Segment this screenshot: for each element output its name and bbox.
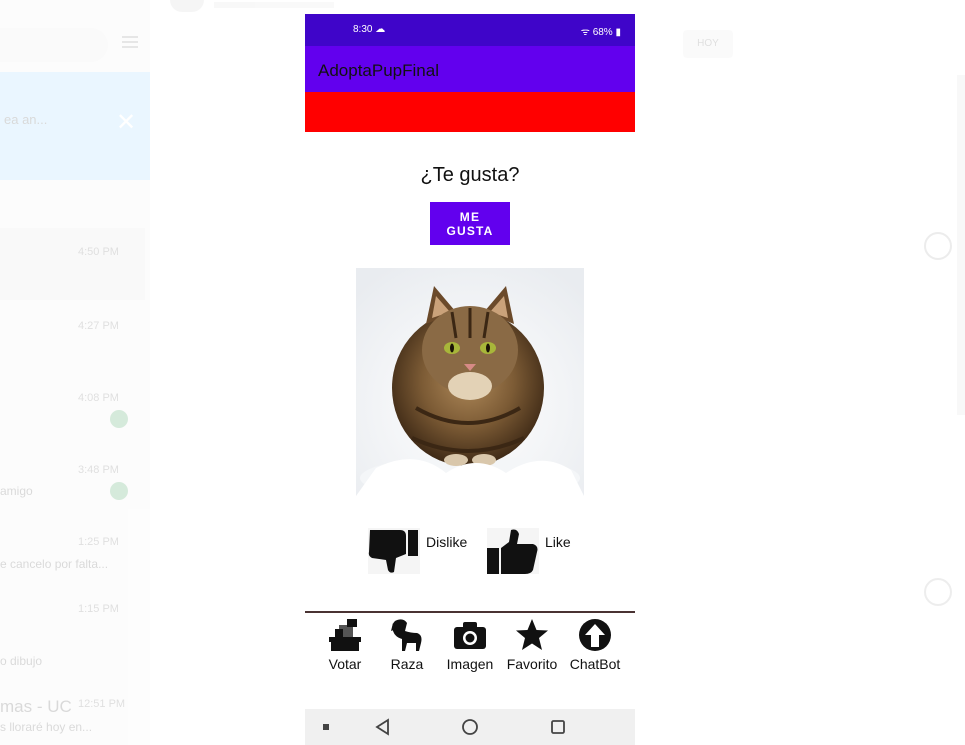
nav-item-favorito[interactable]: Favorito xyxy=(499,617,565,672)
camera-icon xyxy=(454,622,486,649)
background-time: 4:50 PM xyxy=(78,246,119,258)
background-header-text xyxy=(214,2,334,8)
background-close-icon: ✕ xyxy=(116,109,137,136)
background-banner-text: ea an... xyxy=(4,112,48,127)
question-text: ¿Te gusta? xyxy=(420,164,520,186)
nav-item-raza[interactable]: Raza xyxy=(374,617,440,672)
background-time: 1:25 PM xyxy=(78,536,119,548)
system-navigation-bar xyxy=(305,709,635,745)
like-control[interactable]: Like xyxy=(487,528,571,574)
battery-icon: ▮ xyxy=(615,27,621,38)
background-time: 12:51 PM xyxy=(78,698,126,710)
background-scrollbar xyxy=(957,75,965,415)
bottom-navigation: Votar Raza Imagen Favorito ChatBot xyxy=(305,613,635,709)
dislike-label: Dislike xyxy=(426,534,468,550)
like-label: Like xyxy=(545,534,571,550)
background-refresh-icon xyxy=(924,578,952,606)
background-avatar xyxy=(170,0,204,12)
me-gusta-button[interactable]: ME GUSTA xyxy=(430,202,510,245)
nav-label: ChatBot xyxy=(569,656,621,672)
nav-label: Favorito xyxy=(506,656,558,672)
nav-item-votar[interactable]: Votar xyxy=(312,617,378,672)
dislike-control[interactable]: Dislike xyxy=(368,528,467,574)
background-snippet: amigo xyxy=(0,484,33,498)
background-banner xyxy=(0,72,150,180)
dog-icon xyxy=(391,619,422,651)
nav-label: Imagen xyxy=(446,656,494,672)
background-selected-row xyxy=(0,228,145,300)
back-icon[interactable] xyxy=(369,709,395,745)
background-chip: HOY xyxy=(683,30,733,58)
status-bar: 8:30 ☁ ᯤ 68% ▮ xyxy=(305,14,635,46)
background-time: 1:15 PM xyxy=(78,603,119,615)
wifi-signal-icon: ᯤ xyxy=(580,27,590,38)
thumbs-up-icon[interactable] xyxy=(487,528,539,574)
background-title: mas - UC xyxy=(0,697,72,716)
system-indicator-icon xyxy=(319,709,333,745)
status-time-text: 8:30 xyxy=(353,24,373,35)
background-sidebar xyxy=(0,0,150,745)
status-time: 8:30 ☁ xyxy=(353,24,385,35)
red-band xyxy=(305,92,635,132)
background-unread-dot xyxy=(110,482,128,500)
background-refresh-icon xyxy=(924,232,952,260)
background-time: 3:48 PM xyxy=(78,464,119,476)
nav-label: Votar xyxy=(328,656,362,672)
ballot-box-icon xyxy=(329,619,361,651)
status-indicators: ᯤ 68% ▮ xyxy=(581,24,621,38)
background-unread-dot xyxy=(110,410,128,428)
thumbs-down-icon[interactable] xyxy=(368,528,420,574)
background-time: 4:27 PM xyxy=(78,320,119,332)
background-snippet: e cancelo por falta... xyxy=(0,557,109,571)
star-icon xyxy=(516,619,548,650)
phone-screen: 8:30 ☁ ᯤ 68% ▮ AdoptaPupFinal ¿Te gusta?… xyxy=(305,14,635,745)
background-menu-icon xyxy=(122,36,138,38)
cloud-icon: ☁ xyxy=(375,24,386,35)
background-snippet: o dibujo xyxy=(0,654,43,668)
upload-arrow-icon xyxy=(579,619,611,651)
background-time: 4:08 PM xyxy=(78,392,119,404)
battery-text: 68% xyxy=(592,27,613,38)
nav-item-chatbot[interactable]: ChatBot xyxy=(562,617,628,672)
background-snippet: s lloraré hoy en... xyxy=(0,720,93,734)
nav-label: Raza xyxy=(390,656,424,672)
background-search xyxy=(0,28,108,62)
nav-item-imagen[interactable]: Imagen xyxy=(437,617,503,672)
cat-photo xyxy=(356,268,584,496)
home-icon[interactable] xyxy=(455,709,485,745)
recent-apps-icon[interactable] xyxy=(545,709,571,745)
app-title: AdoptaPupFinal xyxy=(318,61,439,80)
app-bar: AdoptaPupFinal xyxy=(305,46,635,92)
